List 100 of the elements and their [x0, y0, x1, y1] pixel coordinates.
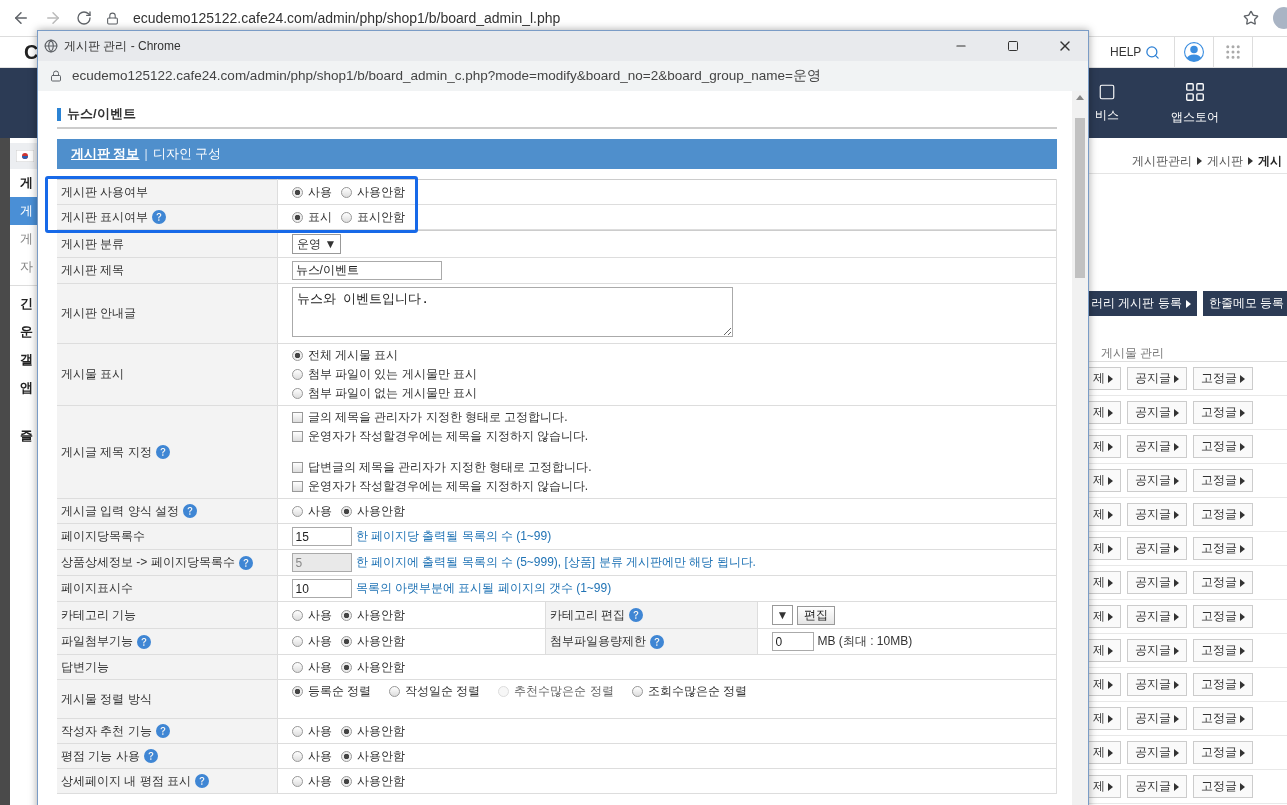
row-action-button[interactable]: 공지글 [1127, 537, 1187, 560]
language-bar[interactable] [10, 143, 37, 169]
help-icon[interactable] [238, 555, 253, 570]
help-icon[interactable] [143, 749, 158, 763]
radio-button[interactable] [291, 186, 303, 198]
row-action-button[interactable]: 고정글 [1193, 469, 1253, 492]
help-icon[interactable] [195, 774, 209, 788]
sidebar-item[interactable]: 게 [10, 225, 37, 253]
radio-button[interactable] [291, 725, 303, 737]
checkbox[interactable] [291, 431, 303, 442]
row-action-button[interactable]: 제 [1089, 503, 1121, 526]
register-button[interactable]: 러리 게시판 등록 [1089, 291, 1197, 316]
row-action-button[interactable]: 공지글 [1127, 639, 1187, 662]
radio-button[interactable] [291, 369, 303, 380]
row-action-button[interactable]: 제 [1089, 537, 1121, 560]
radio-button[interactable] [340, 725, 352, 737]
star-icon[interactable] [1243, 10, 1259, 26]
row-action-button[interactable]: 공지글 [1127, 605, 1187, 628]
row-action-button[interactable]: 고정글 [1193, 775, 1253, 798]
row-action-button[interactable]: 공지글 [1127, 571, 1187, 594]
radio-button[interactable] [291, 388, 303, 399]
radio-button[interactable] [291, 211, 303, 223]
register-button[interactable]: 한줄메모 등록 [1202, 291, 1287, 316]
help-icon[interactable] [183, 504, 197, 518]
edit-button[interactable]: 편집 [797, 605, 836, 625]
row-action-button[interactable]: 제 [1089, 367, 1121, 390]
address-bar[interactable]: ecudemo125122.cafe24.com/admin/php/shop1/b/board_admin_l.php [133, 10, 1229, 26]
radio-button[interactable] [291, 609, 303, 621]
row-action-button[interactable]: 제 [1089, 639, 1121, 662]
radio-button[interactable] [340, 636, 352, 647]
help-icon[interactable] [155, 724, 170, 738]
row-action-button[interactable]: 공지글 [1127, 503, 1187, 526]
radio-button[interactable] [340, 775, 352, 787]
row-action-button[interactable]: 고정글 [1193, 707, 1253, 730]
sidebar-item[interactable]: 긴 [10, 290, 37, 318]
row-action-button[interactable]: 고정글 [1193, 571, 1253, 594]
radio-button[interactable] [291, 505, 303, 517]
row-action-button[interactable]: 공지글 [1127, 707, 1187, 730]
help-icon[interactable] [649, 634, 664, 649]
checkbox[interactable] [291, 462, 303, 473]
help-icon[interactable] [155, 445, 170, 459]
row-action-button[interactable]: 제 [1089, 571, 1121, 594]
forward-icon[interactable] [44, 9, 62, 27]
radio-button[interactable] [388, 686, 400, 697]
row-action-button[interactable]: 제 [1089, 775, 1121, 798]
category-select[interactable]: 운영 ▼ [291, 234, 342, 254]
row-action-button[interactable]: 공지글 [1127, 741, 1187, 764]
breadcrumb-link[interactable]: 게시판관리 [1132, 152, 1192, 170]
row-action-button[interactable]: 고정글 [1193, 605, 1253, 628]
scroll-up-icon[interactable] [1076, 95, 1084, 100]
sidebar-item[interactable]: 운 [10, 318, 37, 346]
radio-button[interactable] [340, 211, 352, 223]
reload-icon[interactable] [76, 10, 92, 26]
row-action-button[interactable]: 공지글 [1127, 435, 1187, 458]
radio-button[interactable] [340, 186, 352, 198]
row-action-button[interactable]: 제 [1089, 401, 1121, 424]
help-icon[interactable] [152, 210, 167, 224]
row-action-button[interactable]: 고정글 [1193, 367, 1253, 390]
row-action-button[interactable]: 제 [1089, 741, 1121, 764]
row-action-button[interactable]: 고정글 [1193, 537, 1253, 560]
sidebar-item[interactable]: 앱 [10, 374, 37, 402]
number-field[interactable]: 15 [291, 527, 352, 546]
search-icon[interactable] [1145, 44, 1161, 60]
nav-item[interactable]: 앱스토어 [1171, 80, 1219, 126]
row-action-button[interactable]: 공지글 [1127, 673, 1187, 696]
row-action-button[interactable]: 공지글 [1127, 469, 1187, 492]
row-action-button[interactable]: 제 [1089, 673, 1121, 696]
help-icon[interactable] [137, 634, 151, 649]
row-action-button[interactable]: 고정글 [1193, 503, 1253, 526]
row-action-button[interactable]: 공지글 [1127, 401, 1187, 424]
scrollbar-thumb[interactable] [1075, 118, 1085, 278]
radio-button[interactable] [340, 750, 352, 762]
row-action-button[interactable]: 공지글 [1127, 775, 1187, 798]
scrollbar[interactable] [1072, 91, 1088, 805]
radio-button[interactable] [340, 661, 352, 673]
category-select[interactable]: ▼ [771, 605, 794, 625]
title-field[interactable]: 뉴스/이벤트 [291, 261, 442, 280]
radio-button[interactable] [291, 636, 303, 647]
sidebar-item[interactable]: 자 [10, 253, 37, 281]
radio-button[interactable] [631, 686, 643, 697]
checkbox[interactable] [291, 412, 303, 423]
radio-button[interactable] [340, 609, 352, 621]
radio-button[interactable] [340, 505, 352, 517]
sidebar-item[interactable]: 게 [10, 169, 37, 197]
nav-item[interactable]: 비스 [1095, 82, 1119, 124]
row-action-button[interactable]: 고정글 [1193, 435, 1253, 458]
checkbox[interactable] [291, 481, 303, 492]
size-field[interactable]: 0 [771, 632, 814, 651]
radio-button[interactable] [291, 350, 303, 361]
row-action-button[interactable]: 고정글 [1193, 673, 1253, 696]
sidebar-item[interactable]: 게 [10, 197, 37, 225]
sidebar-item[interactable]: 갤 [10, 346, 37, 374]
breadcrumb-link[interactable]: 게시판 [1207, 152, 1243, 170]
radio-button[interactable] [291, 750, 303, 762]
row-action-button[interactable]: 제 [1089, 435, 1121, 458]
row-action-button[interactable]: 제 [1089, 605, 1121, 628]
row-action-button[interactable]: 제 [1089, 707, 1121, 730]
row-action-button[interactable]: 제 [1089, 469, 1121, 492]
radio-button[interactable] [291, 775, 303, 787]
number-field[interactable]: 10 [291, 579, 352, 598]
